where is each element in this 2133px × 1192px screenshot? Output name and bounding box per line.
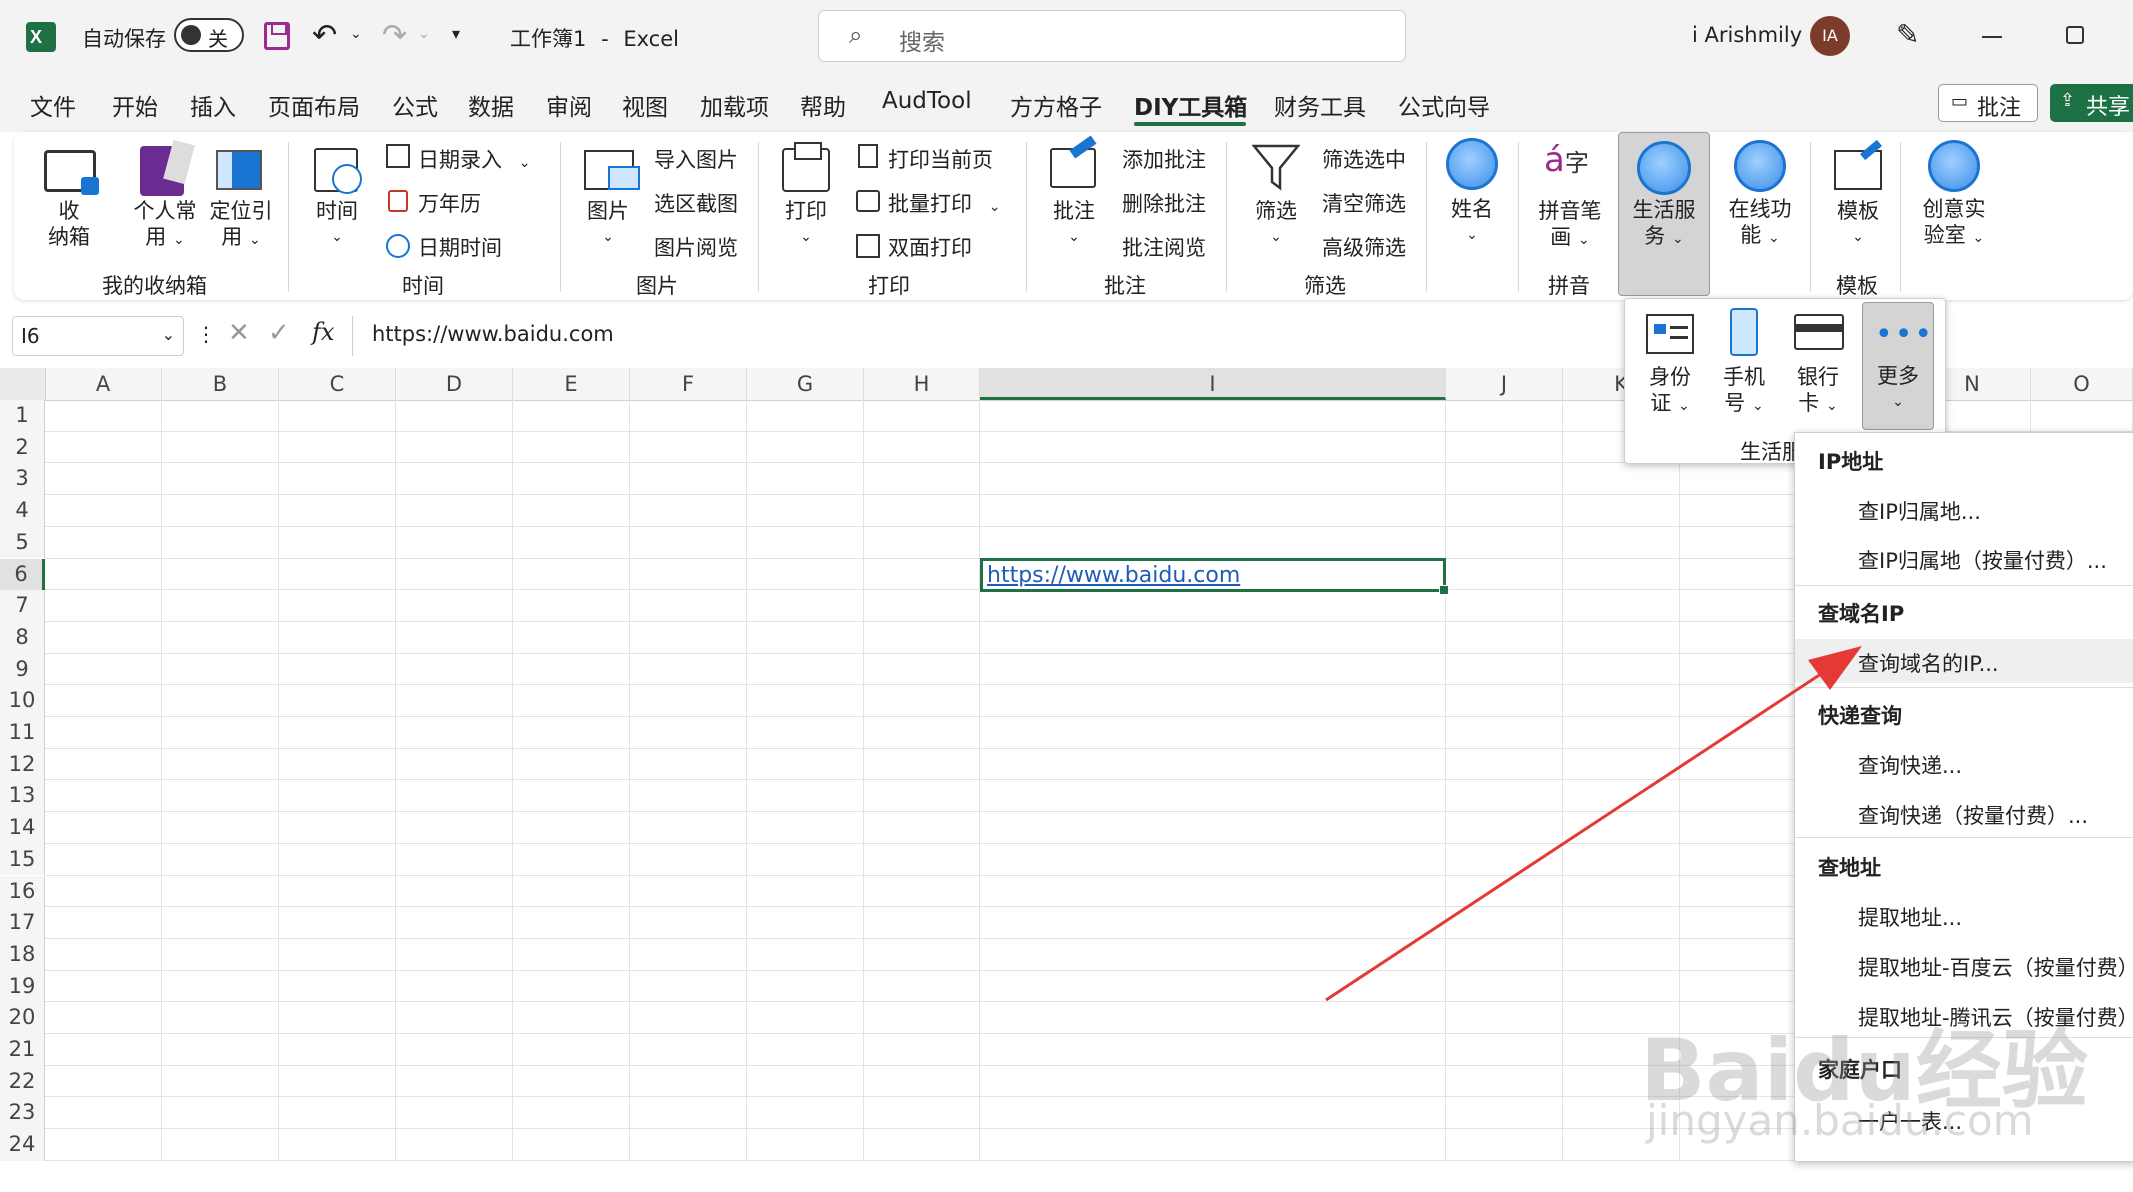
watermark-line-2: jingyan.baidu.com xyxy=(1646,1096,2034,1145)
